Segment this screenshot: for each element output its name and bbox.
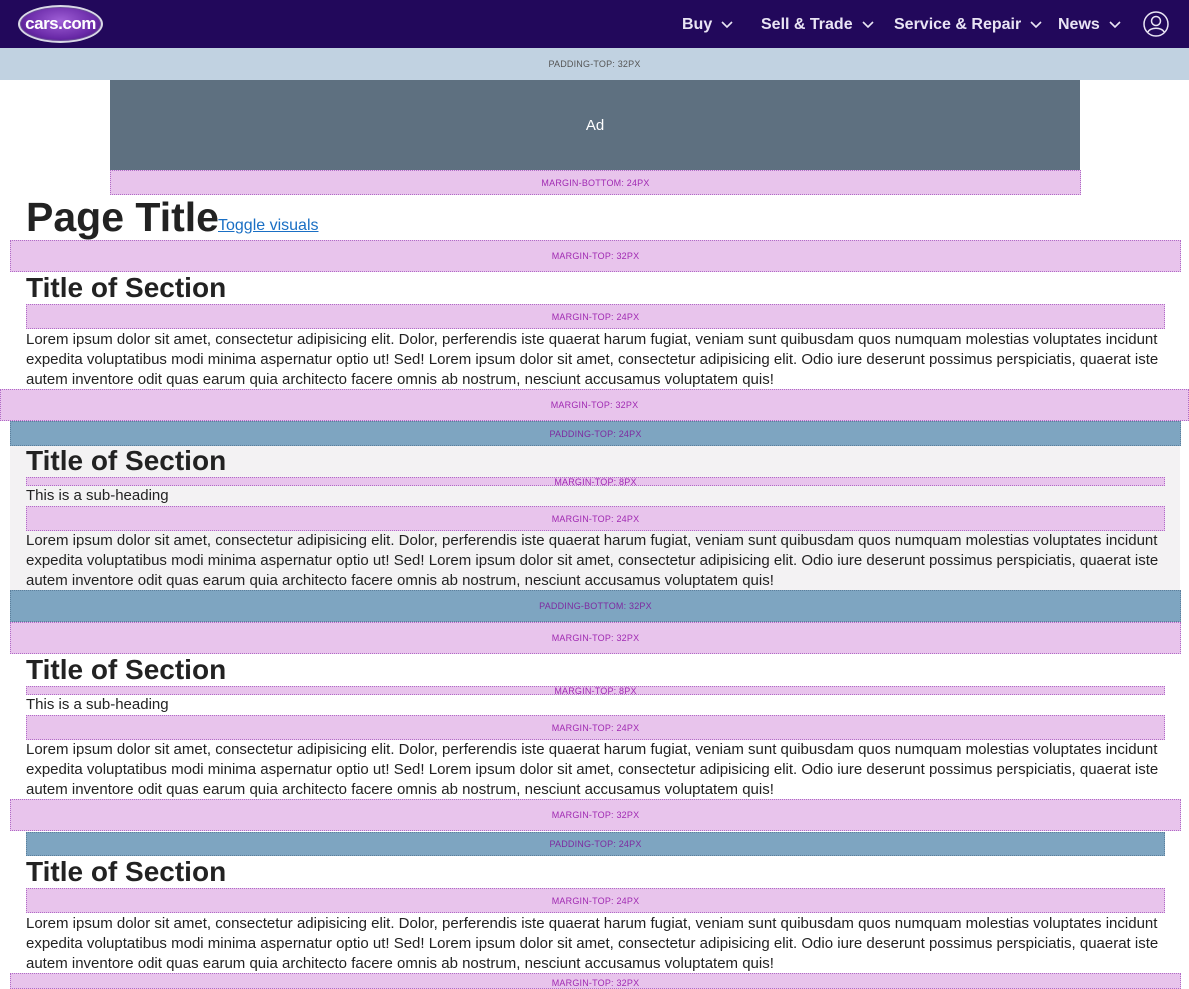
ad-label: Ad [585, 116, 605, 134]
nav-item-news[interactable]: News [1058, 14, 1121, 36]
guide-margin-top: MARGIN-TOP: 8PX [26, 686, 1165, 696]
guide-margin-bottom: MARGIN-BOTTOM: 24PX [110, 170, 1081, 195]
section-title: Title of Section [26, 856, 227, 887]
guide-margin-top: MARGIN-TOP: 32PX [10, 973, 1181, 989]
section-body: Lorem ipsum dolor sit amet, consectetur … [26, 741, 1159, 798]
page-title: Page Title [26, 194, 219, 240]
guide-margin-top: MARGIN-TOP: 8PX [26, 477, 1165, 487]
cars-com-logo[interactable]: cars.com [18, 5, 103, 43]
guide-margin-top: MARGIN-TOP: 24PX [26, 888, 1165, 913]
guide-margin-top: MARGIN-TOP: 24PX [26, 506, 1165, 531]
section-body: Lorem ipsum dolor sit amet, consectetur … [26, 532, 1159, 589]
guide-margin-top: MARGIN-TOP: 32PX [10, 240, 1181, 272]
nav-item-buy[interactable]: Buy [682, 14, 733, 36]
guide-padding-top: PADDING-TOP: 32PX [0, 48, 1189, 80]
guide-margin-top: MARGIN-TOP: 32PX [10, 622, 1181, 654]
section-body: Lorem ipsum dolor sit amet, consectetur … [26, 915, 1159, 972]
guide-padding-bottom: PADDING-BOTTOM: 32PX [10, 590, 1181, 622]
section-title: Title of Section [26, 654, 227, 685]
guide-padding-top: PADDING-TOP: 24PX [10, 421, 1181, 446]
guide-margin-top: MARGIN-TOP: 24PX [26, 715, 1165, 740]
guide-margin-top: MARGIN-TOP: 24PX [26, 304, 1165, 329]
section-subheading: This is a sub-heading [26, 696, 169, 713]
nav-item-sell-trade[interactable]: Sell & Trade [761, 14, 874, 36]
section-title: Title of Section [26, 272, 227, 303]
chevron-down-icon [721, 21, 733, 29]
ad-slot[interactable]: Ad [110, 80, 1080, 170]
nav-label-service-repair: Service & Repair [894, 16, 1022, 33]
toggle-visuals-link[interactable]: Toggle visuals [218, 217, 319, 235]
section-title: Title of Section [26, 445, 227, 476]
section-subheading: This is a sub-heading [26, 487, 169, 504]
section-body: Lorem ipsum dolor sit amet, consectetur … [26, 331, 1159, 388]
chevron-down-icon [862, 21, 874, 29]
nav-label-buy: Buy [682, 16, 713, 33]
logo-text: cars.com [25, 14, 96, 33]
nav-item-service-repair[interactable]: Service & Repair [894, 14, 1042, 36]
nav-label-sell-trade: Sell & Trade [761, 16, 853, 33]
chevron-down-icon [1109, 21, 1121, 29]
user-account-icon[interactable] [1143, 11, 1169, 37]
guide-padding-top: PADDING-TOP: 24PX [26, 832, 1165, 856]
nav-label-news: News [1058, 16, 1100, 33]
chevron-down-icon [1030, 21, 1042, 29]
guide-margin-top: MARGIN-TOP: 32PX [10, 799, 1181, 831]
guide-margin-top: MARGIN-TOP: 32PX [0, 389, 1189, 421]
